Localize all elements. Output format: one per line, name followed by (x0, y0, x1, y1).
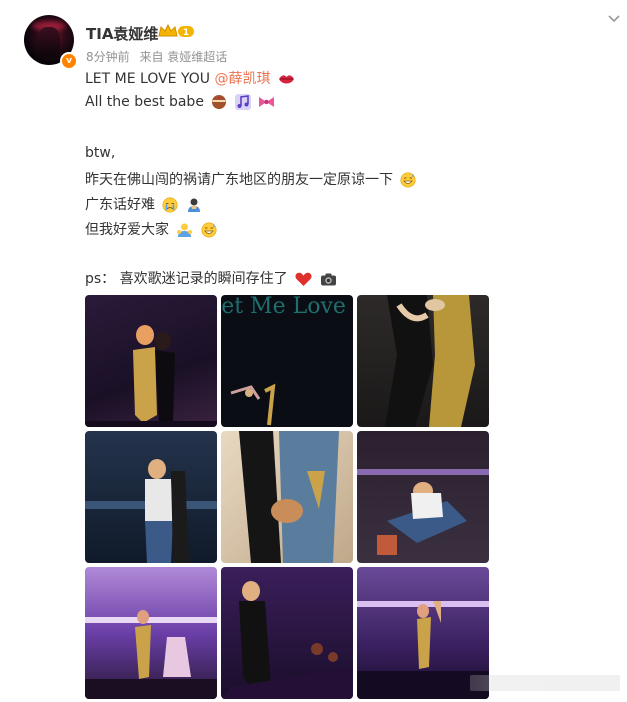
camera-icon (320, 273, 336, 285)
post-line-1: LET ME LOVE YOU @薛凯琪 (85, 68, 295, 88)
hug-icon (177, 223, 193, 237)
heart-icon (295, 272, 312, 286)
grin-sweat-icon (201, 222, 217, 238)
chevron-down-icon[interactable] (606, 10, 622, 26)
watermark (470, 675, 620, 691)
post-line-2: All the best babe (85, 94, 275, 110)
mention-link[interactable]: @薛凯琪 (214, 71, 270, 87)
lips-icon (278, 74, 294, 83)
post-photo-7[interactable] (85, 567, 217, 699)
post-text: 但我好爱大家 (85, 222, 169, 238)
post-line-6: 但我好爱大家 (85, 219, 217, 239)
username[interactable]: TIA袁娅维 (86, 23, 158, 44)
svg-text:1: 1 (183, 28, 189, 38)
post-line-4: 昨天在佛山闯的祸请广东地区的朋友一定原谅一下 (85, 169, 416, 189)
cake-icon (212, 95, 227, 109)
post-photo-8[interactable] (221, 567, 353, 699)
post-photo-4[interactable] (85, 431, 217, 563)
post-photo-5[interactable] (221, 431, 353, 563)
music-icon (234, 94, 251, 110)
post-photo-3[interactable] (357, 295, 489, 427)
post-photo-1[interactable] (85, 295, 217, 427)
weibo-post-card: v TIA袁娅维 1 8分钟前 来自 袁娅维超话 LET ME LOVE YOU… (0, 0, 627, 702)
post-line-3: btw, (85, 145, 116, 161)
photo-title-text: Let Me Love Y (221, 295, 353, 319)
bow-icon (259, 97, 275, 107)
post-time[interactable]: 8分钟前 (86, 50, 130, 64)
post-text: LET ME LOVE YOU (85, 71, 215, 87)
post-source[interactable]: 来自 袁娅维超话 (139, 50, 227, 64)
post-text: ps： 喜欢歌迷记录的瞬间存住了 (85, 271, 288, 287)
post-line-7: ps： 喜欢歌迷记录的瞬间存住了 (85, 268, 337, 288)
post-line-5: 广东话好难 (85, 194, 202, 214)
grin-sweat-icon (400, 172, 416, 188)
crown-icon: 1 (158, 23, 194, 38)
post-photo-2[interactable]: Let Me Love Y (221, 295, 353, 427)
verified-badge: v (60, 52, 78, 70)
post-photo-6[interactable] (357, 431, 489, 563)
crying-icon (162, 197, 178, 213)
bowing-icon (187, 198, 200, 212)
post-text: 昨天在佛山闯的祸请广东地区的朋友一定原谅一下 (85, 172, 393, 188)
post-text: All the best babe (85, 94, 204, 110)
post-text: 广东话好难 (85, 197, 155, 213)
post-meta: 8分钟前 来自 袁娅维超话 (86, 48, 233, 65)
